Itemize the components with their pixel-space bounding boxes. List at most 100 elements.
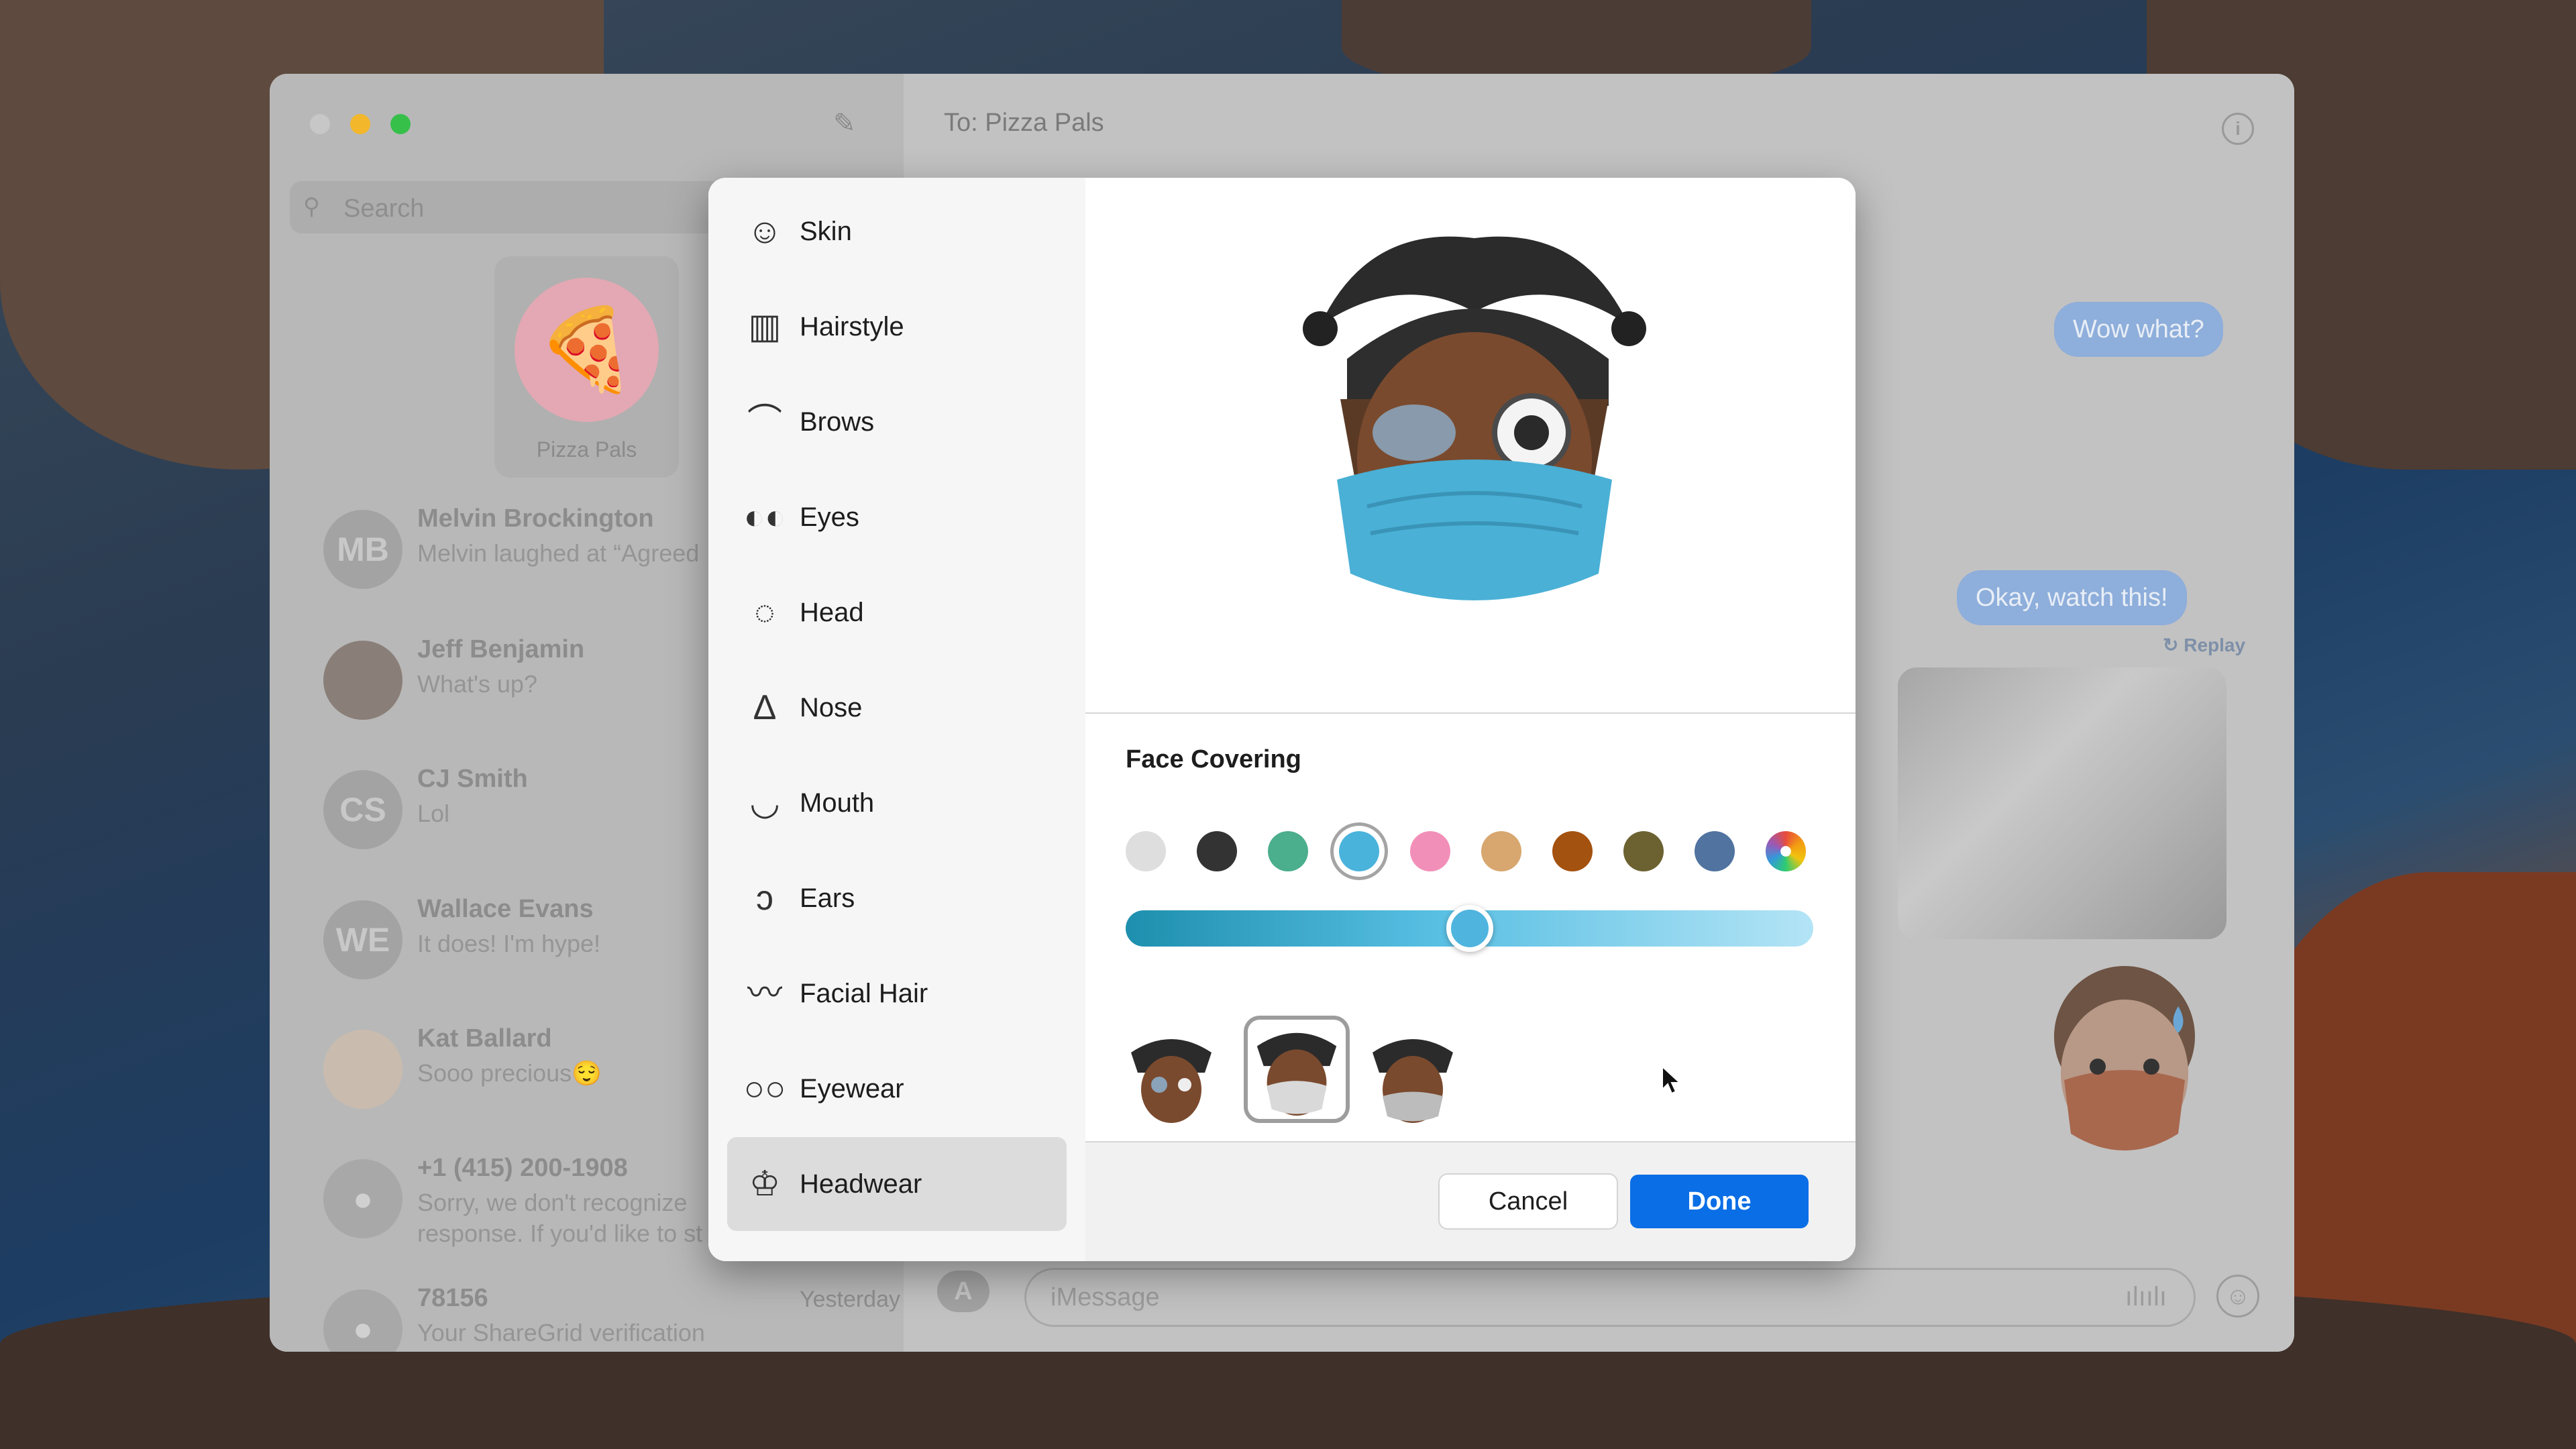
comb-icon: ▥ — [748, 307, 782, 346]
recipient-line: To: Pizza Pals — [944, 109, 1104, 138]
emoji-icon[interactable]: ☺ — [2216, 1275, 2259, 1318]
replay-link[interactable]: ↻ Replay — [2163, 634, 2245, 656]
face-covering-variant[interactable] — [1124, 1026, 1218, 1126]
message-preview: Your ShareGrid verification code is: — [417, 1319, 706, 1346]
head-outline-icon: ◌ — [754, 593, 775, 632]
category-eyes[interactable]: ◐◐ Eyes — [727, 470, 1067, 564]
ear-icon: ↄ — [756, 879, 773, 918]
done-button[interactable]: Done — [1630, 1175, 1809, 1228]
message-bubble: Wow what? — [2054, 302, 2223, 357]
minimize-window-button[interactable] — [350, 114, 370, 134]
app-store-button[interactable]: A — [937, 1271, 989, 1312]
message-preview: It does! I'm hype! — [417, 930, 601, 957]
color-swatch-olive[interactable] — [1623, 831, 1664, 871]
pinned-conversation[interactable]: 🍕 Pizza Pals — [494, 256, 679, 478]
contact-name: Kat Ballard — [417, 1024, 552, 1053]
message-bubble: Okay, watch this! — [1957, 570, 2187, 625]
memoji-editor-sheet: ☺ Skin ▥ Hairstyle ⌒ Brows ◐◐ Eyes ◌ Hea… — [708, 178, 1856, 1261]
message-preview: Lol — [417, 800, 450, 827]
slider-knob[interactable] — [1446, 905, 1493, 952]
category-facial-hair[interactable]: 〰 Facial Hair — [727, 947, 1067, 1040]
category-headwear[interactable]: ♔ Headwear — [727, 1137, 1067, 1231]
zoom-window-button[interactable] — [390, 114, 411, 134]
face-covering-variant[interactable] — [1366, 1026, 1460, 1126]
color-shade-slider[interactable] — [1126, 905, 1813, 952]
message-input[interactable]: iMessage ılıılı — [1024, 1268, 2196, 1327]
person-icon: ● — [323, 1289, 402, 1352]
message-preview: Sorry, we don't recognize response. If y… — [417, 1189, 703, 1247]
category-label: Hairstyle — [800, 312, 904, 341]
category-label: Mouth — [800, 788, 875, 818]
eyebrow-icon: ⌒ — [747, 402, 782, 441]
category-label: Facial Hair — [800, 979, 928, 1008]
compose-icon[interactable]: ✎ — [833, 110, 860, 137]
category-label: Nose — [800, 693, 863, 722]
replay-label: Replay — [2184, 635, 2246, 655]
close-window-button[interactable] — [310, 114, 330, 134]
color-swatch-blue[interactable] — [1339, 831, 1379, 871]
message-preview: Melvin laughed at “Agreed — [417, 539, 700, 567]
search-placeholder: Search — [343, 195, 425, 223]
crown-icon: ♔ — [749, 1165, 781, 1203]
section-title: Face Covering — [1126, 745, 1301, 773]
sheet-footer: Cancel Done — [1085, 1142, 1856, 1261]
category-list: ☺ Skin ▥ Hairstyle ⌒ Brows ◐◐ Eyes ◌ Hea… — [708, 178, 1087, 1261]
avatar: WE — [323, 900, 402, 979]
cat-video-attachment[interactable] — [1898, 667, 2226, 939]
contact-name: 78156 — [417, 1284, 488, 1312]
to-label: To: — [944, 109, 978, 137]
color-swatch-pink[interactable] — [1410, 831, 1450, 871]
color-swatch-black[interactable] — [1197, 831, 1237, 871]
mustache-icon: 〰 — [747, 974, 782, 1013]
color-swatch-light-gray[interactable] — [1126, 831, 1166, 871]
face-covering-variant — [1256, 1032, 1337, 1116]
avatar — [323, 1030, 402, 1109]
nose-icon: ∆ — [754, 688, 775, 727]
category-skin[interactable]: ☺ Skin — [727, 184, 1067, 278]
category-mouth[interactable]: ◡ Mouth — [727, 756, 1067, 850]
message-preview: Sooo precious😌 — [417, 1059, 602, 1087]
pinned-name: Pizza Pals — [536, 437, 637, 462]
color-swatch-tan[interactable] — [1481, 831, 1521, 871]
conversation-row[interactable]: ● 78156 Yesterday Your ShareGrid verific… — [323, 1276, 900, 1352]
mouse-pointer-icon — [1662, 1065, 1681, 1095]
category-label: Ears — [800, 883, 855, 913]
category-label: Skin — [800, 217, 852, 246]
face-covering-variant-selected[interactable] — [1244, 1016, 1350, 1123]
lips-icon: ◡ — [749, 784, 780, 822]
contact-name: CJ Smith — [417, 765, 528, 793]
color-swatch-slate-blue[interactable] — [1695, 831, 1735, 871]
pizza-avatar-icon: 🍕 — [515, 278, 659, 422]
color-swatch-green[interactable] — [1268, 831, 1308, 871]
contact-name: Wallace Evans — [417, 895, 594, 923]
avatar — [323, 641, 402, 720]
contact-name: +1 (415) 200-1908 — [417, 1154, 628, 1182]
eyes-icon: ◐◐ — [743, 498, 786, 537]
contact-name: Melvin Brockington — [417, 504, 654, 533]
category-hairstyle[interactable]: ▥ Hairstyle — [727, 280, 1067, 374]
memoji-avatar — [1303, 236, 1646, 600]
timestamp: Yesterday — [800, 1287, 900, 1312]
category-head[interactable]: ◌ Head — [727, 566, 1067, 659]
memoji-sticker — [2054, 966, 2195, 1150]
avatar: MB — [323, 510, 402, 589]
color-swatch-brown[interactable] — [1552, 831, 1593, 871]
category-ears[interactable]: ↄ Ears — [727, 851, 1067, 945]
option-editor: Face Covering — [1085, 714, 1856, 1142]
person-icon: ● — [323, 1159, 402, 1238]
category-label: Eyewear — [800, 1074, 904, 1104]
category-brows[interactable]: ⌒ Brows — [727, 375, 1067, 469]
contact-name: Jeff Benjamin — [417, 635, 585, 663]
category-eyewear[interactable]: ○○ Eyewear — [727, 1042, 1067, 1136]
category-label: Headwear — [800, 1169, 922, 1199]
avatar: CS — [323, 770, 402, 849]
smiley-face-icon: ☺ — [747, 212, 783, 251]
audio-waveform-icon[interactable]: ılıılı — [2125, 1282, 2167, 1312]
category-nose[interactable]: ∆ Nose — [727, 661, 1067, 755]
custom-color-icon[interactable] — [1766, 831, 1806, 871]
message-preview: What's up? — [417, 670, 537, 698]
message-input-placeholder: iMessage — [1051, 1283, 1160, 1311]
memoji-preview — [1085, 178, 1856, 714]
info-icon[interactable]: i — [2222, 113, 2254, 145]
cancel-button[interactable]: Cancel — [1440, 1175, 1617, 1228]
